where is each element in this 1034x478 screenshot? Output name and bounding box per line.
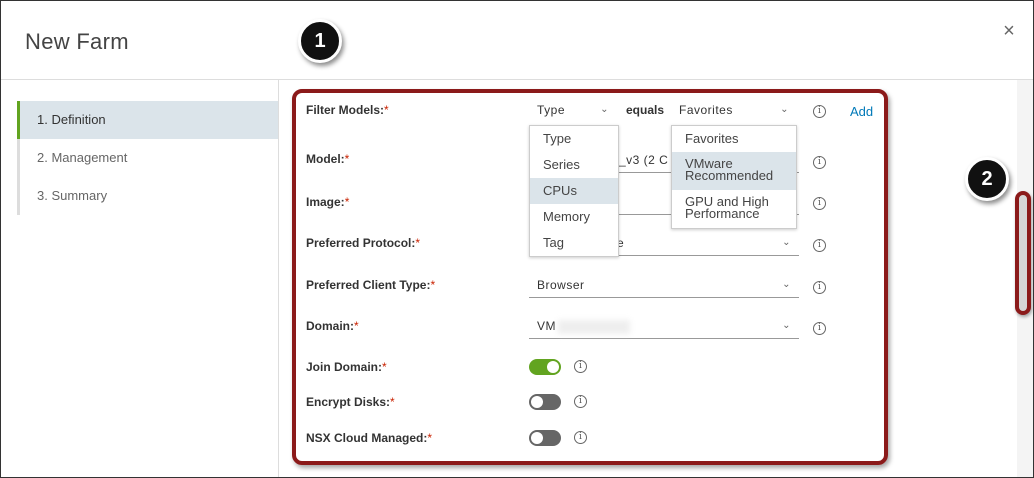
- step-summary[interactable]: 3. Summary: [17, 177, 279, 215]
- step-definition[interactable]: 1. Definition: [17, 101, 279, 139]
- highlight-frame: [292, 89, 888, 465]
- wizard-steps: 1. Definition 2. Management 3. Summary: [17, 101, 279, 215]
- close-icon[interactable]: ×: [999, 21, 1019, 41]
- pane-divider: [278, 79, 279, 477]
- step-management[interactable]: 2. Management: [17, 139, 279, 177]
- callout-badge-1: 1: [298, 19, 342, 63]
- callout-badge-2: 2: [965, 157, 1009, 201]
- scrollbar-thumb[interactable]: [1015, 191, 1031, 315]
- new-farm-dialog: New Farm × 1. Definition 2. Management 3…: [0, 0, 1034, 478]
- header-divider: [1, 79, 1033, 80]
- dialog-title: New Farm: [25, 29, 129, 54]
